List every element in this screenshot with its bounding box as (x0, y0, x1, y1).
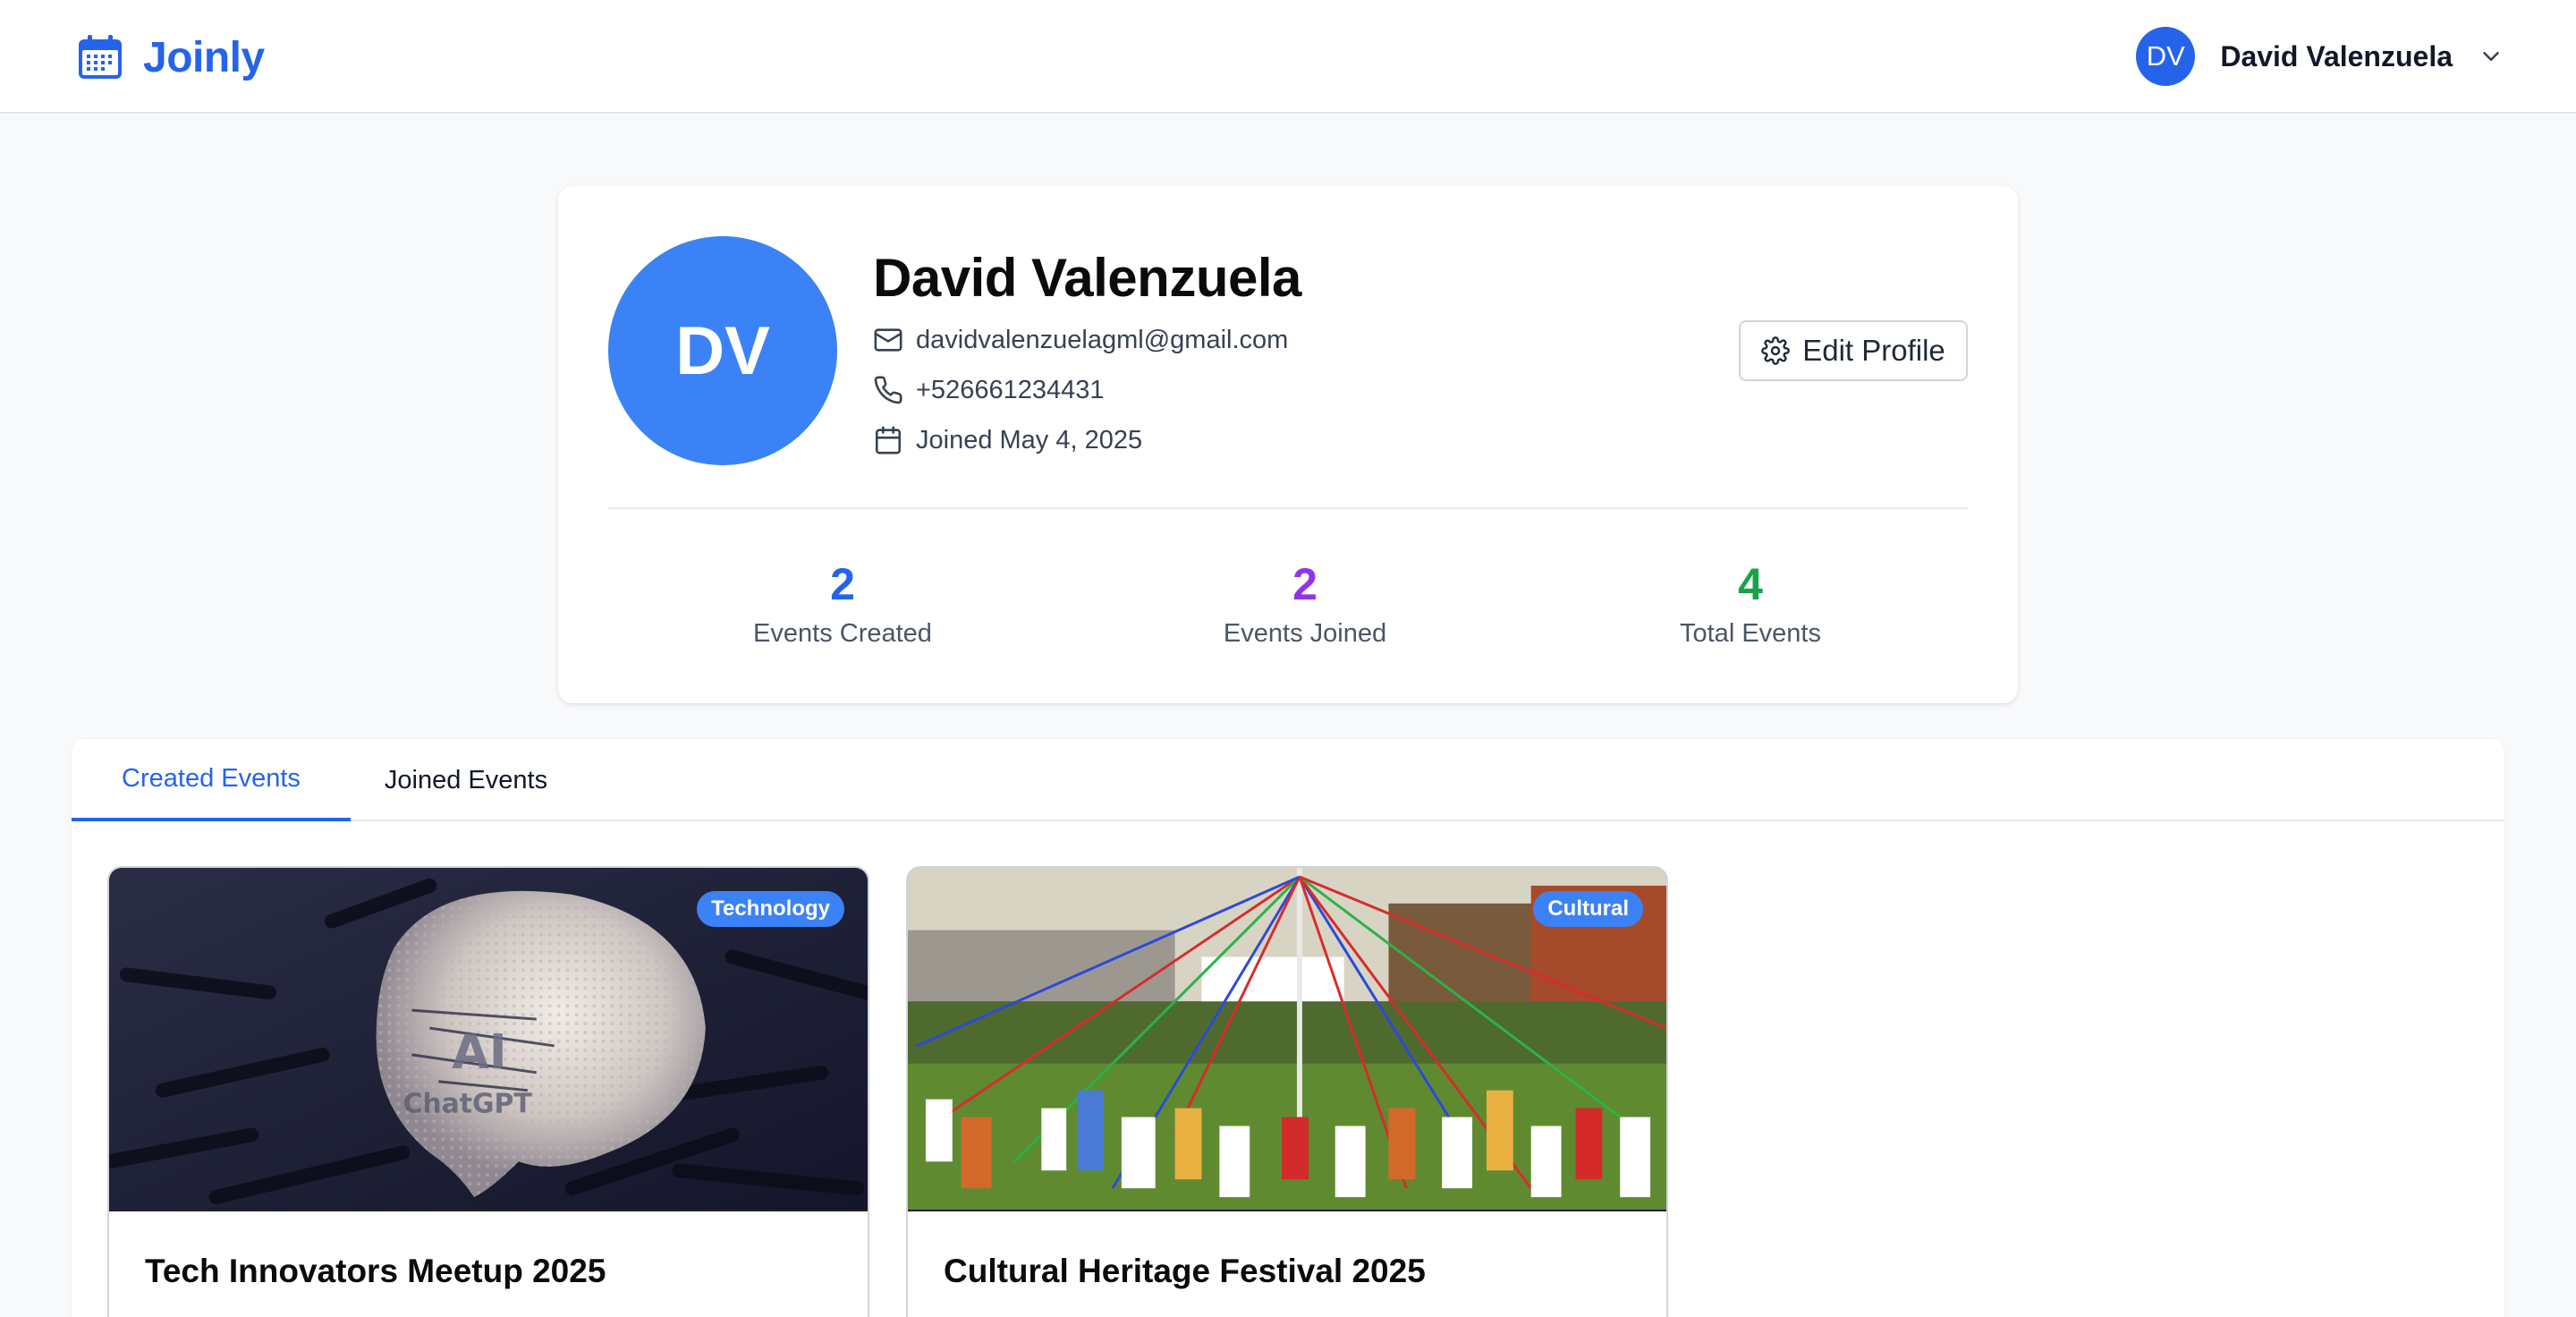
tab-joined-events[interactable]: Joined Events (351, 739, 581, 821)
svg-text:AI: AI (452, 1024, 507, 1080)
stat-value: 4 (1738, 559, 1763, 609)
stat-events-joined: 2 Events Joined (1126, 562, 1484, 649)
category-badge: Technology (697, 891, 844, 927)
stat-label: Total Events (1680, 619, 1821, 648)
event-tabs: Created Events Joined Events (72, 739, 2504, 821)
edit-profile-button[interactable]: Edit Profile (1739, 320, 1968, 381)
stat-events-created: 2 Events Created (664, 562, 1021, 649)
brand-logo[interactable]: Joinly (75, 32, 265, 82)
event-image: Cultural (908, 868, 1666, 1211)
calendar-logo-icon (79, 35, 122, 79)
profile-avatar: DV (608, 236, 837, 465)
avatar: DV (2136, 27, 2196, 86)
user-name: David Valenzuela (2220, 39, 2453, 72)
stat-value: 2 (830, 559, 855, 609)
event-image: AI ChatGPT Technology (109, 868, 868, 1211)
brand-name: Joinly (143, 33, 265, 81)
joined-row: Joined May 4, 2025 (873, 425, 1142, 455)
calendar-icon (875, 426, 902, 455)
stat-label: Events Joined (1223, 619, 1387, 648)
email-text: davidvalenzuelagml@gmail.com (916, 325, 1289, 354)
stat-total-events: 4 Total Events (1572, 562, 1929, 649)
event-card[interactable]: Cultural Cultural Heritage Festival 2025 (906, 866, 1668, 1317)
stat-value: 2 (1292, 559, 1318, 609)
event-title: Cultural Heritage Festival 2025 (944, 1253, 1426, 1289)
tab-created-events[interactable]: Created Events (72, 739, 351, 821)
edit-profile-label: Edit Profile (1802, 334, 1945, 367)
email-row: davidvalenzuelagml@gmail.com (873, 325, 1288, 355)
gear-icon (1761, 336, 1791, 365)
svg-text:ChatGPT: ChatGPT (402, 1089, 532, 1120)
phone-text: +526661234431 (916, 375, 1105, 404)
user-menu[interactable]: DV David Valenzuela (2136, 27, 2504, 86)
top-navbar: Joinly DV David Valenzuela (0, 0, 2576, 114)
divider (608, 507, 1968, 509)
chevron-down-icon (2483, 52, 2499, 61)
phone-row: +526661234431 (873, 375, 1104, 405)
events-panel: Created Events Joined Events AI ChatGPT … (72, 739, 2504, 1317)
event-card[interactable]: AI ChatGPT Technology Tech Innovators Me… (107, 866, 869, 1317)
profile-card: DV David Valenzuela davidvalenzuelagml@g… (558, 186, 2018, 703)
mail-icon (874, 328, 902, 352)
phone-icon (874, 376, 902, 404)
profile-name: David Valenzuela (873, 248, 1301, 308)
category-badge: Cultural (1533, 891, 1643, 927)
joined-text: Joined May 4, 2025 (916, 425, 1143, 455)
event-title: Tech Innovators Meetup 2025 (145, 1253, 606, 1289)
stat-label: Events Created (753, 619, 932, 648)
